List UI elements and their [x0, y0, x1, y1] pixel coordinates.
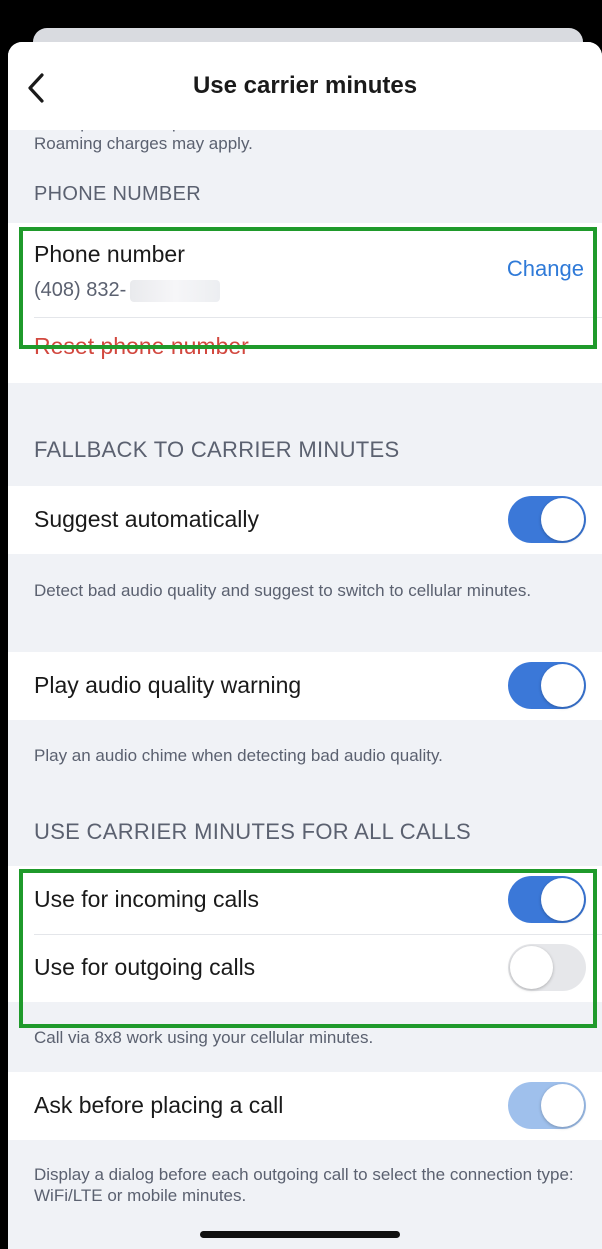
incoming-calls-toggle[interactable] — [508, 876, 586, 923]
reset-phone-button[interactable]: Reset phone number — [34, 333, 249, 360]
ask-before-toggle[interactable] — [508, 1082, 586, 1129]
section-header-phone: PHONE NUMBER — [34, 183, 201, 205]
settings-sheet: Use carrier minutes This option still re… — [8, 42, 602, 1249]
reset-phone-row[interactable]: Reset phone number — [8, 317, 602, 383]
outgoing-calls-row: Use for outgoing calls — [8, 934, 602, 1002]
toggle-knob — [541, 1084, 584, 1127]
suggest-automatically-label: Suggest automatically — [34, 506, 260, 532]
ask-before-note: Display a dialog before each outgoing ca… — [34, 1165, 574, 1205]
phone-number-value: (408) 832- — [34, 279, 221, 302]
toggle-knob — [541, 498, 584, 541]
settings-scroll-area[interactable]: This option still requires a small amoun… — [8, 130, 602, 1249]
outgoing-calls-toggle[interactable] — [508, 944, 586, 991]
redacted-digits — [130, 279, 221, 302]
suggest-note: Detect bad audio quality and suggest to … — [34, 581, 532, 600]
incoming-calls-row: Use for incoming calls — [8, 866, 602, 934]
audio-warning-note: Play an audio chime when detecting bad a… — [34, 746, 443, 765]
phone-number-row: Phone number (408) 832- Change — [8, 223, 602, 317]
nav-bar: Use carrier minutes — [8, 42, 602, 130]
phone-number-label: Phone number — [34, 241, 185, 267]
ask-before-label: Ask before placing a call — [34, 1092, 284, 1118]
audio-warning-toggle[interactable] — [508, 662, 586, 709]
audio-warning-label: Play audio quality warning — [34, 672, 302, 698]
row-divider — [34, 934, 602, 935]
audio-warning-row: Play audio quality warning — [8, 652, 602, 720]
toggle-knob — [541, 664, 584, 707]
toggle-knob — [510, 946, 553, 989]
incoming-calls-label: Use for incoming calls — [34, 886, 259, 912]
ask-before-row: Ask before placing a call — [8, 1072, 602, 1140]
outgoing-calls-label: Use for outgoing calls — [34, 954, 256, 980]
suggest-automatically-toggle[interactable] — [508, 496, 586, 543]
suggest-automatically-row: Suggest automatically — [8, 486, 602, 554]
phone-number-text: (408) 832- — [34, 279, 127, 301]
all-calls-note: Call via 8x8 work using your cellular mi… — [34, 1028, 374, 1047]
toggle-knob — [541, 878, 584, 921]
home-indicator — [200, 1231, 400, 1238]
row-divider — [34, 317, 602, 318]
section-header-all-calls: USE CARRIER MINUTES FOR ALL CALLS — [34, 819, 471, 844]
change-phone-button[interactable]: Change — [507, 256, 584, 282]
section-header-fallback: FALLBACK TO CARRIER MINUTES — [34, 437, 400, 462]
page-title: Use carrier minutes — [192, 72, 418, 99]
intro-note: This option still requires a small amoun… — [34, 130, 537, 153]
